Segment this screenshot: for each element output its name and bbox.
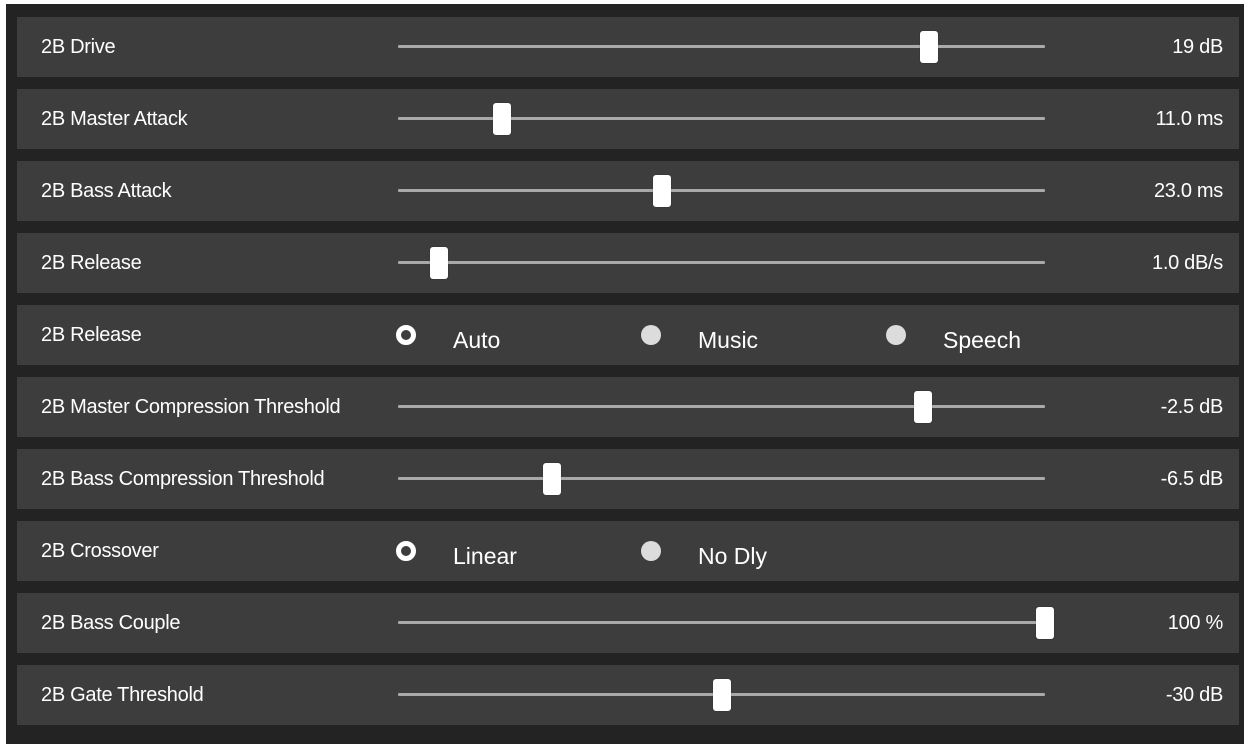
radio-unselected-icon[interactable] xyxy=(886,325,906,345)
slider-track[interactable] xyxy=(398,45,1045,48)
slider-track[interactable] xyxy=(398,261,1045,264)
slider-track[interactable] xyxy=(398,405,1045,408)
radio-label: Music xyxy=(698,326,759,353)
radio-selected-icon[interactable] xyxy=(396,541,416,561)
radio-label: Auto xyxy=(453,326,501,353)
slider-row: 2B Master Compression Threshold -2.5 dB xyxy=(17,377,1239,437)
setting-label: 2B Master Attack xyxy=(41,107,188,130)
radio-row: 2B Crossover Linear No Dly xyxy=(17,521,1239,581)
radio-option-auto[interactable]: Auto xyxy=(396,305,500,365)
slider-row: 2B Bass Attack 23.0 ms xyxy=(17,161,1239,221)
radio-label: Speech xyxy=(943,326,1022,353)
slider-thumb[interactable] xyxy=(1036,607,1054,639)
slider-value: -2.5 dB xyxy=(1160,395,1224,418)
slider-track[interactable] xyxy=(398,477,1045,480)
slider-row: 2B Bass Compression Threshold -6.5 dB xyxy=(17,449,1239,509)
setting-label: 2B Bass Attack xyxy=(41,179,172,202)
slider-thumb[interactable] xyxy=(713,679,731,711)
slider-row: 2B Drive 19 dB xyxy=(17,17,1239,77)
slider-row: 2B Master Attack 11.0 ms xyxy=(17,89,1239,149)
setting-label: 2B Bass Couple xyxy=(41,611,181,634)
radio-unselected-icon[interactable] xyxy=(641,325,661,345)
slider-value: -30 dB xyxy=(1165,683,1223,706)
slider-row: 2B Release 1.0 dB/s xyxy=(17,233,1239,293)
slider-thumb[interactable] xyxy=(493,103,511,135)
slider-thumb[interactable] xyxy=(430,247,448,279)
setting-label: 2B Release xyxy=(41,251,142,274)
radio-group: Linear No Dly xyxy=(396,521,1216,581)
slider-value: 23.0 ms xyxy=(1153,179,1223,202)
radio-label: No Dly xyxy=(698,542,768,569)
slider-value: 19 dB xyxy=(1172,35,1223,58)
slider-thumb[interactable] xyxy=(653,175,671,207)
radio-unselected-icon[interactable] xyxy=(641,541,661,561)
setting-label: 2B Master Compression Threshold xyxy=(41,395,341,418)
setting-label: 2B Release xyxy=(41,323,142,346)
slider-value: 11.0 ms xyxy=(1155,107,1223,130)
slider-thumb[interactable] xyxy=(920,31,938,63)
slider-value: 1.0 dB/s xyxy=(1152,251,1223,274)
radio-selected-icon[interactable] xyxy=(396,325,416,345)
radio-option-linear[interactable]: Linear xyxy=(396,521,517,581)
slider-track[interactable] xyxy=(398,621,1045,624)
slider-track[interactable] xyxy=(398,189,1045,192)
slider-thumb[interactable] xyxy=(914,391,932,423)
radio-option-music[interactable]: Music xyxy=(641,305,758,365)
radio-option-speech[interactable]: Speech xyxy=(886,305,1021,365)
slider-value: 100 % xyxy=(1167,611,1224,634)
slider-value: -6.5 dB xyxy=(1160,467,1224,490)
setting-label: 2B Bass Compression Threshold xyxy=(41,467,325,490)
setting-label: 2B Drive xyxy=(41,35,116,58)
setting-label: 2B Crossover xyxy=(41,539,159,562)
slider-row: 2B Gate Threshold -30 dB xyxy=(17,665,1239,725)
radio-row: 2B Release Auto Music Speech xyxy=(17,305,1239,365)
radio-label: Linear xyxy=(453,542,517,569)
slider-thumb[interactable] xyxy=(543,463,561,495)
slider-row: 2B Bass Couple 100 % xyxy=(17,593,1239,653)
radio-group: Auto Music Speech xyxy=(396,305,1216,365)
radio-option-no-dly[interactable]: No Dly xyxy=(641,521,767,581)
setting-label: 2B Gate Threshold xyxy=(41,683,204,706)
